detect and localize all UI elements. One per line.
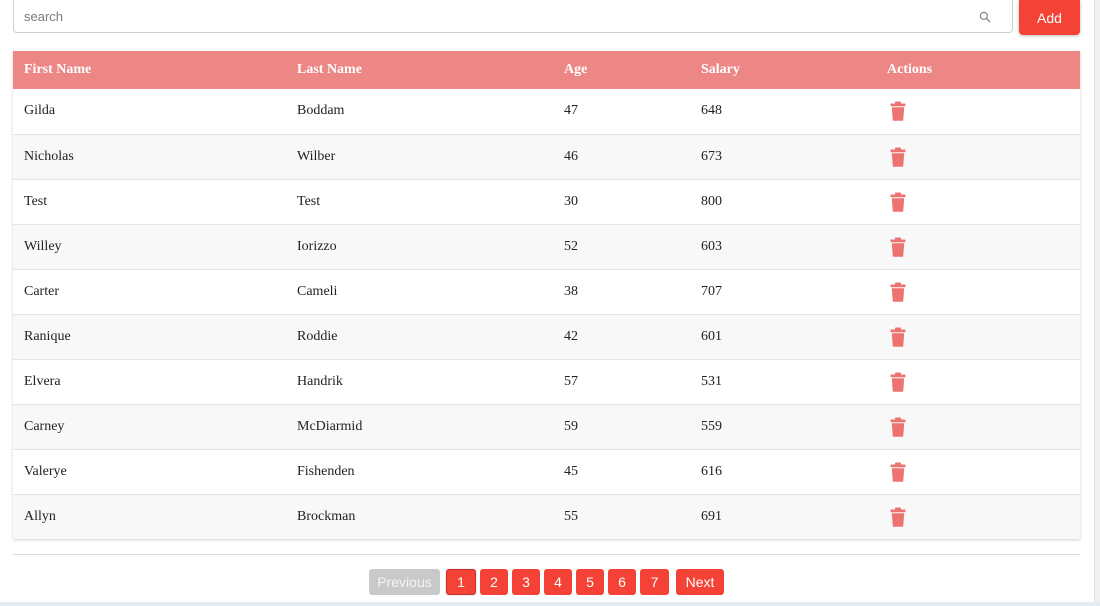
search-box (13, 0, 1013, 33)
cell-actions (876, 449, 1080, 494)
page-button-7[interactable]: 7 (640, 569, 669, 595)
page-button-4[interactable]: 4 (544, 569, 572, 595)
trash-icon[interactable] (890, 462, 906, 482)
page-button-1[interactable]: 1 (446, 569, 476, 595)
cell-first-name: Allyn (24, 508, 56, 524)
cell-salary: 800 (701, 193, 722, 209)
column-header-last-name[interactable]: Last Name (286, 51, 553, 89)
trash-icon[interactable] (890, 417, 906, 437)
cell-age: 57 (564, 373, 578, 389)
cell-salary: 601 (701, 328, 722, 344)
cell-first-name: Carney (24, 418, 65, 434)
cell-actions (876, 179, 1080, 224)
table-row: Carney McDiarmid 59 559 (13, 404, 1080, 449)
previous-button[interactable]: Previous (369, 569, 440, 595)
cell-salary: 673 (701, 148, 722, 164)
cell-last-name: Boddam (297, 103, 345, 119)
table-header-row: First Name Last Name Age Salary Actions (13, 51, 1080, 89)
cell-salary: 691 (701, 508, 722, 524)
table-row: Nicholas Wilber 46 673 (13, 134, 1080, 179)
cell-salary: 531 (701, 373, 722, 389)
cell-last-name: Wilber (297, 148, 336, 164)
cell-age: 38 (564, 283, 578, 299)
cell-last-name: Test (297, 193, 321, 209)
cell-age: 55 (564, 508, 578, 524)
cell-actions (876, 404, 1080, 449)
cell-actions (876, 89, 1080, 134)
cell-age: 46 (564, 148, 578, 164)
cell-last-name: Handrik (297, 373, 343, 389)
trash-icon[interactable] (890, 101, 906, 122)
cell-first-name: Willey (24, 238, 62, 254)
search-icon[interactable] (978, 10, 992, 24)
cell-first-name: Test (24, 193, 48, 209)
cell-salary: 559 (701, 418, 722, 434)
cell-actions (876, 314, 1080, 359)
column-header-salary[interactable]: Salary (690, 51, 876, 89)
cell-first-name: Elvera (24, 373, 61, 389)
data-table: First Name Last Name Age Salary Actions … (13, 51, 1080, 539)
cell-salary: 603 (701, 238, 722, 254)
cell-first-name: Nicholas (24, 148, 74, 164)
cell-last-name: Roddie (297, 328, 338, 344)
next-button[interactable]: Next (676, 569, 724, 595)
cell-age: 42 (564, 328, 578, 344)
table-row: Elvera Handrik 57 531 (13, 359, 1080, 404)
cell-first-name: Gilda (24, 103, 56, 119)
column-header-first-name[interactable]: First Name (13, 51, 286, 89)
trash-icon[interactable] (890, 507, 906, 527)
page-button-6[interactable]: 6 (608, 569, 636, 595)
trash-icon[interactable] (890, 282, 906, 302)
table-row: Carter Cameli 38 707 (13, 269, 1080, 314)
trash-icon[interactable] (890, 237, 906, 257)
cell-age: 52 (564, 238, 578, 254)
cell-actions (876, 134, 1080, 179)
page-button-5[interactable]: 5 (576, 569, 604, 595)
column-header-age[interactable]: Age (553, 51, 690, 89)
cell-salary: 616 (701, 463, 722, 479)
table-body: Gilda Boddam 47 648 Nicholas Wilber 46 673 Test T… (13, 89, 1080, 539)
divider (13, 554, 1080, 555)
trash-icon[interactable] (890, 327, 906, 347)
page: Add First Name Last Name Age Salary Acti… (0, 0, 1100, 606)
cell-first-name: Valerye (24, 463, 67, 479)
cell-salary: 648 (701, 103, 722, 119)
cell-age: 45 (564, 463, 578, 479)
page-button-3[interactable]: 3 (512, 569, 540, 595)
cell-first-name: Carter (24, 283, 59, 299)
cell-last-name: McDiarmid (297, 418, 363, 434)
pagination: Previous 1 2 3 4 5 6 7 Next (0, 569, 1100, 595)
cell-actions (876, 494, 1080, 539)
trash-icon[interactable] (890, 192, 906, 212)
cell-last-name: Iorizzo (297, 238, 337, 254)
add-button[interactable]: Add (1019, 0, 1080, 35)
table-row: Ranique Roddie 42 601 (13, 314, 1080, 359)
cell-last-name: Fishenden (297, 463, 355, 479)
cell-actions (876, 359, 1080, 404)
table-row: Willey Iorizzo 52 603 (13, 224, 1080, 269)
cell-age: 47 (564, 103, 578, 119)
bottom-edge (0, 602, 1100, 606)
table-row: Gilda Boddam 47 648 (13, 89, 1080, 134)
cell-age: 59 (564, 418, 578, 434)
cell-first-name: Ranique (24, 328, 71, 344)
trash-icon[interactable] (890, 147, 906, 167)
column-header-actions: Actions (887, 62, 933, 77)
cell-last-name: Cameli (297, 283, 338, 299)
cell-actions (876, 224, 1080, 269)
table-row: Allyn Brockman 55 691 (13, 494, 1080, 539)
scrollbar[interactable] (1094, 0, 1100, 606)
table-row: Valerye Fishenden 45 616 (13, 449, 1080, 494)
cell-last-name: Brockman (297, 508, 356, 524)
cell-actions (876, 269, 1080, 314)
page-button-2[interactable]: 2 (480, 569, 508, 595)
table-row: Test Test 30 800 (13, 179, 1080, 224)
cell-salary: 707 (701, 283, 722, 299)
cell-age: 30 (564, 193, 578, 209)
employee-table: First Name Last Name Age Salary Actions … (13, 51, 1080, 539)
search-input[interactable] (14, 0, 984, 32)
trash-icon[interactable] (890, 372, 906, 392)
